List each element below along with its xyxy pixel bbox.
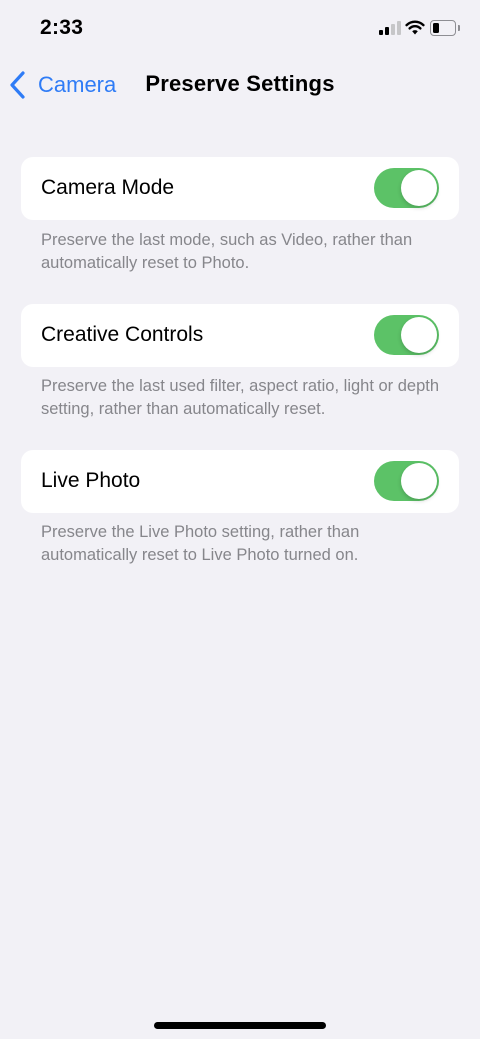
cellular-signal-icon bbox=[379, 21, 401, 35]
toggle-knob bbox=[401, 317, 437, 353]
screen: 2:33 Camera Preserve Settings Camera Mod… bbox=[0, 0, 480, 1039]
camera-mode-cell: Camera Mode bbox=[21, 157, 459, 220]
toggle-knob bbox=[401, 463, 437, 499]
wifi-icon bbox=[405, 20, 425, 35]
navigation-bar: Camera Preserve Settings bbox=[0, 56, 480, 114]
live-photo-toggle[interactable] bbox=[374, 461, 439, 501]
home-indicator[interactable] bbox=[154, 1022, 326, 1029]
creative-controls-footnote: Preserve the last used filter, aspect ra… bbox=[41, 377, 440, 418]
status-time: 2:33 bbox=[40, 16, 84, 39]
creative-controls-toggle[interactable] bbox=[374, 315, 439, 355]
live-photo-label: Live Photo bbox=[41, 469, 141, 492]
status-bar: 2:33 bbox=[0, 0, 480, 56]
creative-controls-label: Creative Controls bbox=[41, 323, 204, 346]
camera-mode-toggle[interactable] bbox=[374, 168, 439, 208]
live-photo-cell: Live Photo bbox=[21, 450, 459, 513]
battery-icon bbox=[430, 20, 460, 36]
live-photo-footnote: Preserve the Live Photo setting, rather … bbox=[41, 523, 360, 564]
creative-controls-cell: Creative Controls bbox=[21, 304, 459, 367]
toggle-knob bbox=[401, 170, 437, 206]
camera-mode-footnote: Preserve the last mode, such as Video, r… bbox=[41, 231, 413, 272]
page-title: Preserve Settings bbox=[145, 71, 335, 96]
camera-mode-label: Camera Mode bbox=[41, 176, 175, 199]
